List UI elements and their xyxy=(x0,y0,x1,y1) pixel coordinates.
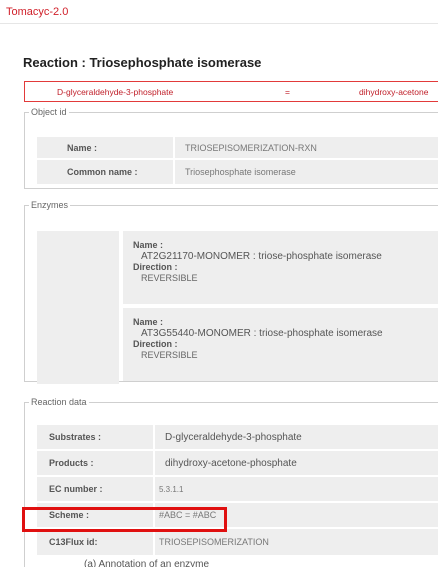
name-value: TRIOSEPISOMERIZATION-RXN xyxy=(185,142,317,153)
equation-substrate[interactable]: D-glyceraldehyde-3-phosphate xyxy=(57,87,173,97)
enzymes-section: Enzymes Name : AT2G21170-MONOMER : trios… xyxy=(24,200,438,385)
substrates-label: Substrates : xyxy=(37,425,155,449)
equation-product[interactable]: dihydroxy-acetone xyxy=(359,87,428,97)
object-id-legend: Object id xyxy=(31,107,67,117)
enzyme-name-link[interactable]: AT3G55440-MONOMER : triose-phosphate iso… xyxy=(133,328,438,339)
reaction-data-legend: Reaction data xyxy=(31,397,87,407)
enzyme-list: Name : AT2G21170-MONOMER : triose-phosph… xyxy=(123,231,438,385)
name-label: Name : xyxy=(37,137,175,158)
table-row: Name : TRIOSEPISOMERIZATION-RXN xyxy=(37,137,438,160)
common-name-value: Triosephosphate isomerase xyxy=(185,167,296,177)
products-label: Products : xyxy=(37,451,155,475)
enzyme-name-link[interactable]: AT2G21170-MONOMER : triose-phosphate iso… xyxy=(133,251,438,262)
enzymes-label-cell xyxy=(37,231,119,384)
table-row: EC number : 5.3.1.1 xyxy=(37,477,438,503)
list-item: Name : AT3G55440-MONOMER : triose-phosph… xyxy=(123,308,438,381)
object-id-section: Object id Name : TRIOSEPISOMERIZATION-RX… xyxy=(24,107,438,189)
header-divider xyxy=(0,23,438,24)
object-id-table: Name : TRIOSEPISOMERIZATION-RXN Common n… xyxy=(37,137,438,184)
c13flux-id-value: TRIOSEPISOMERIZATION xyxy=(159,537,269,547)
reaction-title: Reaction : Triosephosphate isomerase xyxy=(23,55,262,70)
table-row: Products : dihydroxy-acetone-phosphate xyxy=(37,451,438,477)
reaction-data-section: Reaction data Substrates : D-glyceraldeh… xyxy=(24,397,438,567)
scheme-highlight-box xyxy=(22,507,227,532)
enzyme-direction-label: Direction : xyxy=(133,262,178,272)
table-row: Substrates : D-glyceraldehyde-3-phosphat… xyxy=(37,425,438,451)
figure-caption: (a) Annotation of an enzyme xyxy=(84,559,210,567)
substrates-value[interactable]: D-glyceraldehyde-3-phosphate xyxy=(155,425,438,449)
enzyme-direction-label: Direction : xyxy=(133,339,178,349)
equation-operator: = xyxy=(285,87,290,97)
table-row: C13Flux id: TRIOSEPISOMERIZATION xyxy=(37,529,438,555)
enzymes-legend: Enzymes xyxy=(31,200,69,210)
enzyme-name-label: Name : xyxy=(133,240,164,250)
list-item: Name : AT2G21170-MONOMER : triose-phosph… xyxy=(123,231,438,304)
table-row: Common name : Triosephosphate isomerase xyxy=(37,160,438,184)
c13flux-id-label: C13Flux id: xyxy=(37,529,155,555)
ec-number-value: 5.3.1.1 xyxy=(159,484,184,494)
enzyme-direction-value: REVERSIBLE xyxy=(141,273,198,283)
reaction-data-table: Substrates : D-glyceraldehyde-3-phosphat… xyxy=(37,425,438,555)
ec-number-label: EC number : xyxy=(37,477,155,501)
products-value[interactable]: dihydroxy-acetone-phosphate xyxy=(155,451,438,475)
app-title[interactable]: Tomacyc-2.0 xyxy=(6,6,68,18)
enzyme-name-label: Name : xyxy=(133,317,164,327)
reaction-equation: D-glyceraldehyde-3-phosphate = dihydroxy… xyxy=(24,81,438,102)
enzyme-direction-value: REVERSIBLE xyxy=(141,350,198,360)
common-name-label: Common name : xyxy=(37,160,175,184)
